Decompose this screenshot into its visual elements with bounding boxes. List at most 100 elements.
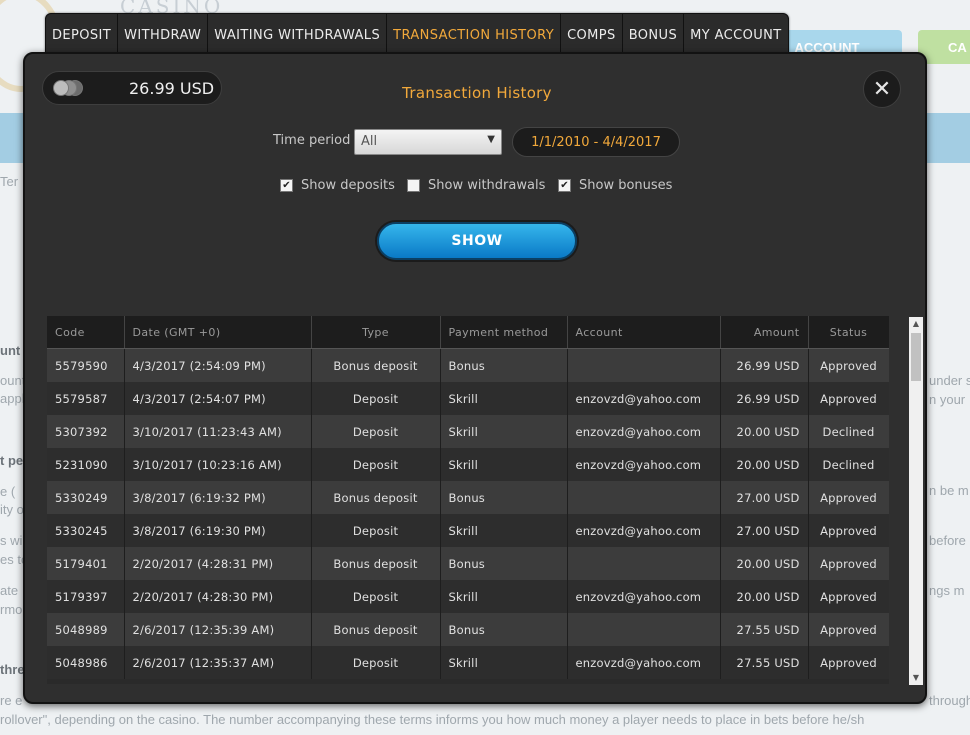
tab-comps[interactable]: COMPS [561, 14, 623, 56]
tab-withdraw[interactable]: WITHDRAW [118, 14, 209, 56]
background-text: under s [929, 373, 970, 388]
cell-type: Deposit [311, 415, 441, 448]
cell-payment-method: Skrill [440, 448, 568, 481]
background-text: s wi [0, 533, 23, 548]
background-text: n your [929, 392, 966, 407]
cell-code: 5231090 [47, 448, 125, 481]
time-period-select[interactable]: All ▼ [354, 129, 502, 155]
column-header-type[interactable]: Type [311, 316, 441, 349]
cell-type: Deposit [311, 448, 441, 481]
cell-status: Approved [808, 547, 889, 580]
cell-date: 4/3/2017 (2:54:07 PM) [124, 382, 312, 415]
cell-amount: 27.55 USD [720, 646, 809, 679]
cell-type: Bonus deposit [311, 348, 441, 382]
cell-status: Approved [808, 646, 889, 679]
tab-transaction-history[interactable]: TRANSACTION HISTORY [387, 14, 562, 56]
column-header-payment-method[interactable]: Payment method [440, 316, 568, 349]
cell-amount: 20.00 USD [720, 415, 809, 448]
transactions-table: Code Date (GMT +0) Type Payment method A… [47, 316, 889, 679]
table-row[interactable]: 5307392 3/10/2017 (11:23:43 AM) Deposit Skr… [47, 415, 889, 448]
dropdown-arrow-icon: ▼ [487, 134, 495, 145]
cell-code: 5579587 [47, 382, 125, 415]
cell-amount: 27.55 USD [720, 613, 809, 646]
background-text: ate [0, 583, 19, 598]
show-withdrawals-label: Show withdrawals [428, 178, 546, 193]
scroll-down-arrow-icon[interactable]: ▼ [909, 671, 923, 685]
cell-status: Approved [808, 613, 889, 646]
cell-type: Bonus deposit [311, 481, 441, 514]
cell-code: 5048989 [47, 613, 125, 646]
background-text: Ter [0, 174, 19, 189]
cell-status: Approved [808, 514, 889, 547]
cell-status: Declined [808, 415, 889, 448]
show-deposits-checkbox[interactable]: ✔ Show deposits [280, 178, 395, 193]
cell-date: 2/20/2017 (4:28:30 PM) [124, 580, 312, 613]
show-withdrawals-checkbox[interactable]: Show withdrawals [407, 178, 545, 193]
cell-status: Approved [808, 580, 889, 613]
cell-payment-method: Skrill [440, 646, 568, 679]
cell-type: Bonus deposit [311, 613, 441, 646]
cell-type: Deposit [311, 646, 441, 679]
cell-status: Approved [808, 348, 889, 382]
cell-type: Deposit [311, 514, 441, 547]
cell-account [567, 348, 721, 382]
tab-my-account[interactable]: MY ACCOUNT [684, 14, 788, 56]
close-button[interactable]: ✕ [863, 70, 901, 108]
tab-deposit[interactable]: DEPOSIT [46, 14, 119, 56]
cell-amount: 27.00 USD [720, 514, 809, 547]
background-text: ngs m [929, 583, 965, 598]
cell-date: 4/3/2017 (2:54:09 PM) [124, 348, 312, 382]
cashier-tab-bar: DEPOSIT WITHDRAW WAITING WITHDRAWALS TRA… [45, 13, 789, 57]
date-range-field[interactable]: 1/1/2010 - 4/4/2017 [512, 127, 680, 157]
column-header-status[interactable]: Status [808, 316, 889, 349]
cell-payment-method: Bonus [440, 481, 568, 514]
background-heading: t pe [0, 453, 24, 468]
scroll-up-arrow-icon[interactable]: ▲ [909, 317, 923, 331]
background-text: before [929, 533, 966, 548]
cell-code: 5179401 [47, 547, 125, 580]
background-heading: unt [0, 343, 21, 358]
table-row[interactable]: 5048986 2/6/2017 (12:35:37 AM) Deposit Skri… [47, 646, 889, 679]
table-row[interactable]: 5179397 2/20/2017 (4:28:30 PM) Deposit Skri… [47, 580, 889, 613]
column-header-amount[interactable]: Amount [720, 316, 809, 349]
cell-account: enzovzd@yahoo.com [567, 448, 721, 481]
cell-type: Deposit [311, 382, 441, 415]
cell-amount: 20.00 USD [720, 580, 809, 613]
table-row[interactable]: 5579587 4/3/2017 (2:54:07 PM) Deposit Skril… [47, 382, 889, 415]
cell-date: 2/20/2017 (4:28:31 PM) [124, 547, 312, 580]
cell-date: 3/8/2017 (6:19:30 PM) [124, 514, 312, 547]
cell-account: enzovzd@yahoo.com [567, 514, 721, 547]
column-header-date[interactable]: Date (GMT +0) [124, 316, 312, 349]
cell-status: Approved [808, 481, 889, 514]
table-row[interactable]: 5330249 3/8/2017 (6:19:32 PM) Bonus deposi… [47, 481, 889, 514]
column-header-code[interactable]: Code [47, 316, 125, 349]
table-row[interactable]: 5579590 4/3/2017 (2:54:09 PM) Bonus deposi… [47, 348, 889, 382]
cell-amount: 26.99 USD [720, 348, 809, 382]
cell-code: 5579590 [47, 348, 125, 382]
column-header-account[interactable]: Account [567, 316, 721, 349]
show-bonuses-checkbox[interactable]: ✔ Show bonuses [558, 178, 672, 193]
cell-amount: 20.00 USD [720, 547, 809, 580]
cell-payment-method: Bonus [440, 547, 568, 580]
table-row[interactable]: 5179401 2/20/2017 (4:28:31 PM) Bonus depos… [47, 547, 889, 580]
cell-payment-method: Bonus [440, 613, 568, 646]
cell-account [567, 613, 721, 646]
cell-account [567, 481, 721, 514]
transactions-table-container[interactable]: Code Date (GMT +0) Type Payment method A… [47, 316, 889, 684]
modal-title: Transaction History [402, 84, 552, 102]
cell-code: 5048986 [47, 646, 125, 679]
table-row[interactable]: 5231090 3/10/2017 (10:23:16 AM) Deposit Skr… [47, 448, 889, 481]
cell-account: enzovzd@yahoo.com [567, 382, 721, 415]
cell-date: 2/6/2017 (12:35:39 AM) [124, 613, 312, 646]
transaction-history-modal: 26.99 USD Transaction History ✕ Time per… [23, 52, 927, 704]
table-scrollbar[interactable]: ▲ ▼ [909, 317, 923, 685]
cell-account: enzovzd@yahoo.com [567, 580, 721, 613]
tab-waiting-withdrawals[interactable]: WAITING WITHDRAWALS [208, 14, 388, 56]
table-row[interactable]: 5330245 3/8/2017 (6:19:30 PM) Deposit Skril… [47, 514, 889, 547]
tab-bonus[interactable]: BONUS [623, 14, 685, 56]
cell-date: 3/10/2017 (10:23:16 AM) [124, 448, 312, 481]
table-row[interactable]: 5048989 2/6/2017 (12:35:39 AM) Bonus depos… [47, 613, 889, 646]
scrollbar-thumb[interactable] [911, 333, 921, 381]
show-button[interactable]: SHOW [377, 222, 577, 260]
cell-status: Approved [808, 382, 889, 415]
